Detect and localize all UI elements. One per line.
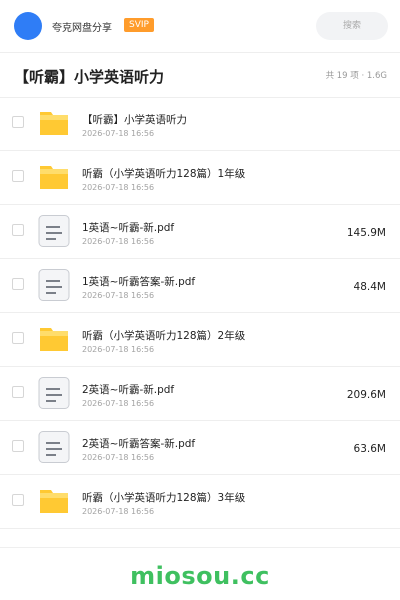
list-item[interactable]: 1英语~听霸-新.pdf 2026-07-18 16:56 145.9M <box>0 205 400 259</box>
folder-icon <box>40 166 68 189</box>
file-date: 2026-07-18 16:56 <box>82 453 155 462</box>
list-item[interactable]: 1英语~听霸答案-新.pdf 2026-07-18 16:56 48.4M <box>0 259 400 313</box>
file-name: 2英语~听霸-新.pdf <box>82 384 175 396</box>
folder-icon <box>40 112 68 135</box>
file-name: 1英语~听霸答案-新.pdf <box>82 276 196 288</box>
folder-icon <box>40 490 68 513</box>
file-size: 145.9M <box>346 227 386 239</box>
list-item[interactable]: 听霸（小学英语听力128篇）1年级 2026-07-18 16:56 <box>0 151 400 205</box>
search-input[interactable]: 搜索 <box>316 12 388 40</box>
row-checkbox[interactable] <box>12 332 24 344</box>
file-size: 48.4M <box>353 281 386 293</box>
row-checkbox[interactable] <box>12 386 24 398</box>
document-icon <box>38 377 70 409</box>
document-icon <box>38 215 70 247</box>
file-date: 2026-07-18 16:56 <box>82 183 155 192</box>
row-checkbox[interactable] <box>12 170 24 182</box>
file-date: 2026-07-18 16:56 <box>82 399 155 408</box>
file-size: 63.6M <box>353 443 386 455</box>
document-icon <box>38 269 70 301</box>
page-title: 【听霸】小学英语听力 <box>14 68 165 86</box>
file-name: 听霸（小学英语听力128篇）2年级 <box>82 330 246 342</box>
top-bar: 夸克网盘分享 SVIP 搜索 <box>0 0 400 53</box>
svip-badge: SVIP <box>124 18 154 32</box>
file-name: 【听霸】小学英语听力 <box>82 114 187 126</box>
file-date: 2026-07-18 16:56 <box>82 345 155 354</box>
file-date: 2026-07-18 16:56 <box>82 129 155 138</box>
file-name: 听霸（小学英语听力128篇）3年级 <box>82 492 246 504</box>
file-date: 2026-07-18 16:56 <box>82 507 155 516</box>
file-name: 1英语~听霸-新.pdf <box>82 222 175 234</box>
file-name: 2英语~听霸答案-新.pdf <box>82 438 196 450</box>
row-checkbox[interactable] <box>12 440 24 452</box>
row-checkbox[interactable] <box>12 278 24 290</box>
site-name: 夸克网盘分享 <box>52 23 112 34</box>
file-size: 209.6M <box>346 389 386 401</box>
folder-header: 【听霸】小学英语听力 共 19 项 · 1.6G <box>0 53 400 98</box>
folder-meta: 共 19 项 · 1.6G <box>325 71 387 81</box>
row-checkbox[interactable] <box>12 494 24 506</box>
row-checkbox[interactable] <box>12 224 24 236</box>
row-checkbox[interactable] <box>12 116 24 128</box>
list-item[interactable]: 【听霸】小学英语听力 2026-07-18 16:56 <box>0 97 400 151</box>
avatar[interactable] <box>14 12 42 40</box>
folder-icon <box>40 328 68 351</box>
list-item[interactable]: 2英语~听霸-新.pdf 2026-07-18 16:56 209.6M <box>0 367 400 421</box>
file-name: 听霸（小学英语听力128篇）1年级 <box>82 168 246 180</box>
list-item[interactable]: 听霸（小学英语听力128篇）2年级 2026-07-18 16:56 <box>0 313 400 367</box>
list-item[interactable]: 2英语~听霸答案-新.pdf 2026-07-18 16:56 63.6M <box>0 421 400 475</box>
file-list: 【听霸】小学英语听力 2026-07-18 16:56 听霸（小学英语听力128… <box>0 97 400 529</box>
site-watermark: miosou.cc <box>130 562 270 590</box>
file-date: 2026-07-18 16:56 <box>82 291 155 300</box>
footer-divider <box>0 547 400 548</box>
document-icon <box>38 431 70 463</box>
file-date: 2026-07-18 16:56 <box>82 237 155 246</box>
list-item[interactable]: 听霸（小学英语听力128篇）3年级 2026-07-18 16:56 <box>0 475 400 529</box>
